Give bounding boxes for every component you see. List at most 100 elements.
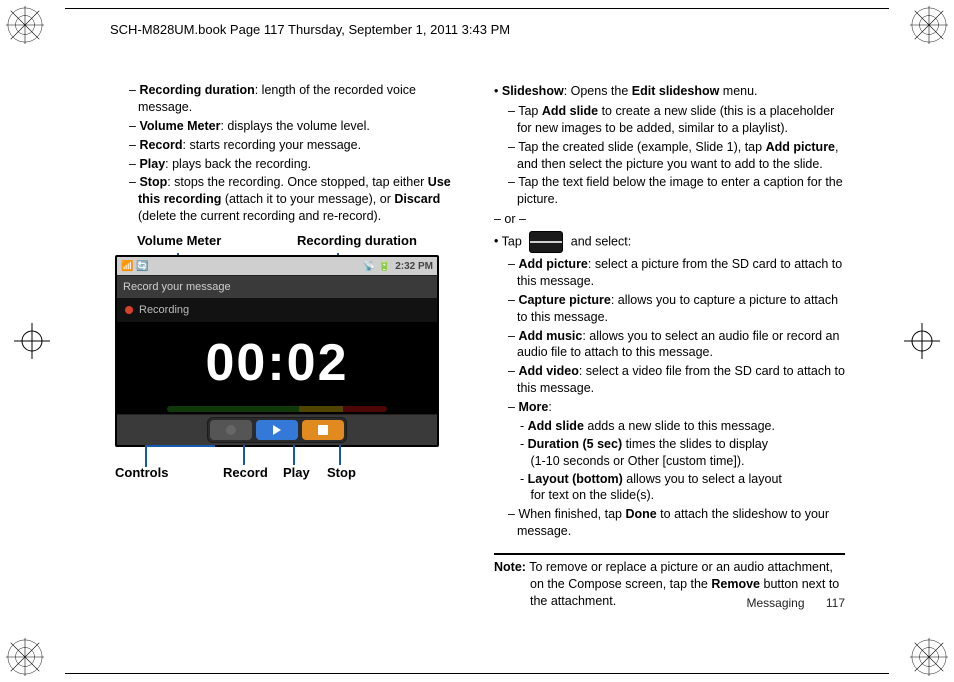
list-item: Capture picture: allows you to capture a… (508, 292, 845, 326)
list-item: Tap Add slide to create a new slide (thi… (508, 103, 845, 137)
term: Add picture (518, 257, 587, 271)
cropmark-star-tl (6, 6, 44, 44)
list-item: Record: starts recording your message. (129, 137, 466, 154)
cropmark-star-br (910, 638, 948, 676)
record-indicator-icon (125, 306, 133, 314)
list-item: Slideshow: Opens the Edit slideshow menu… (494, 83, 845, 100)
term: Volume Meter (139, 119, 220, 133)
status-icons-left: 📶 🔄 (121, 261, 149, 272)
desc: : plays back the recording. (165, 157, 311, 171)
play-button[interactable] (256, 420, 298, 440)
left-column: Recording duration: length of the record… (115, 80, 466, 610)
list-item: Stop: stops the recording. Once stopped,… (129, 174, 466, 225)
page-content: Recording duration: length of the record… (115, 80, 845, 610)
figure: Volume Meter Recording duration 📶 🔄 📡 🔋 … (115, 233, 466, 487)
list-item: Add music: allows you to select an audio… (508, 328, 845, 362)
term: Record (139, 138, 182, 152)
desc: (attach it to your message), or (221, 192, 394, 206)
term: Add slide (528, 419, 584, 433)
term: Remove (711, 577, 760, 591)
running-header: SCH-M828UM.book Page 117 Thursday, Septe… (110, 22, 844, 37)
text: times the slides to display (622, 437, 768, 451)
desc: : starts recording your message. (183, 138, 362, 152)
term: More (518, 400, 548, 414)
list-item: Tap and select: (494, 231, 845, 253)
list-item: Add video: select a video file from the … (508, 363, 845, 397)
text: for text on the slide(s). (530, 488, 654, 502)
record-icon (226, 425, 236, 435)
text: : Opens the (564, 84, 632, 98)
text: Tap (518, 104, 542, 118)
divider (494, 553, 845, 555)
screenshot: 📶 🔄 📡 🔋 2:32 PM Record your message Reco… (115, 255, 439, 447)
list-item: Recording duration: length of the record… (129, 82, 466, 116)
figure-label-stop: Stop (327, 465, 356, 480)
list-item: Add picture: select a picture from the S… (508, 256, 845, 290)
text: Tap the created slide (example, Slide 1)… (518, 140, 765, 154)
term: Recording duration (139, 83, 254, 97)
signal-icon: 📡 🔋 (363, 261, 391, 272)
list-item: More: (508, 399, 845, 416)
term: Capture picture (518, 293, 610, 307)
figure-label-recording-duration: Recording duration (297, 233, 417, 248)
play-icon (273, 425, 281, 435)
list-item: Tap the text field below the image to en… (508, 174, 845, 208)
list-item: Layout (bottom) allows you to select a l… (520, 471, 845, 505)
menu-icon (529, 231, 563, 253)
cropmark-cross-right (904, 323, 940, 359)
stop-icon (318, 425, 328, 435)
controls-row (117, 414, 437, 445)
term: Play (139, 157, 165, 171)
record-button[interactable] (210, 420, 252, 440)
desc: (delete the current recording and re-rec… (138, 209, 381, 223)
term: Discard (394, 192, 440, 206)
term: Add picture (766, 140, 835, 154)
list-item: When finished, tap Done to attach the sl… (508, 506, 845, 540)
right-column: Slideshow: Opens the Edit slideshow menu… (494, 80, 845, 610)
term: Done (625, 507, 656, 521)
list-item: Volume Meter: displays the volume level. (129, 118, 466, 135)
cropmark-star-bl (6, 638, 44, 676)
list-item: Add slide adds a new slide to this messa… (520, 418, 845, 435)
term: Edit slideshow (632, 84, 720, 98)
cropmark-star-tr (910, 6, 948, 44)
term: Slideshow (502, 84, 564, 98)
desc: : displays the volume level. (220, 119, 369, 133)
term: Duration (5 sec) (528, 437, 622, 451)
list-item: Tap the created slide (example, Slide 1)… (508, 139, 845, 173)
term: Stop (139, 175, 167, 189)
stop-button[interactable] (302, 420, 344, 440)
window-title: Record your message (117, 275, 437, 298)
text: Tap (502, 234, 526, 248)
status-icons-right: 📡 🔋 2:32 PM (361, 261, 433, 272)
list-item: Play: plays back the recording. (129, 156, 466, 173)
status-bar: 📶 🔄 📡 🔋 2:32 PM (117, 257, 437, 275)
cropmark-cross-left (14, 323, 50, 359)
text: (1-10 seconds or Other [custom time]). (530, 454, 744, 468)
figure-label-play: Play (283, 465, 310, 480)
note-label: Note: (494, 560, 526, 574)
text: allows you to select a layout (623, 472, 782, 486)
term: Layout (bottom) (528, 472, 623, 486)
section-name: Messaging (746, 596, 804, 610)
page-footer: Messaging 117 (746, 596, 845, 610)
text: When finished, tap (518, 507, 625, 521)
recording-row: Recording (117, 298, 437, 322)
text: menu. (719, 84, 757, 98)
controls-group (207, 417, 347, 443)
term: Add music (518, 329, 582, 343)
volume-meter (117, 404, 437, 414)
recording-timer: 00:02 (117, 322, 437, 404)
figure-label-controls: Controls (115, 465, 168, 480)
list-item: Duration (5 sec) times the slides to dis… (520, 436, 845, 470)
text: Tap the text field below the image to en… (517, 175, 843, 206)
recording-label: Recording (139, 304, 189, 316)
term: Add slide (542, 104, 598, 118)
desc: : stops the recording. Once stopped, tap… (167, 175, 428, 189)
figure-label-volume-meter: Volume Meter (137, 233, 221, 248)
status-clock: 2:32 PM (395, 261, 433, 272)
term: Add video (518, 364, 578, 378)
figure-label-record: Record (223, 465, 268, 480)
or-separator: – or – (494, 211, 845, 228)
page-number: 117 (826, 596, 845, 610)
